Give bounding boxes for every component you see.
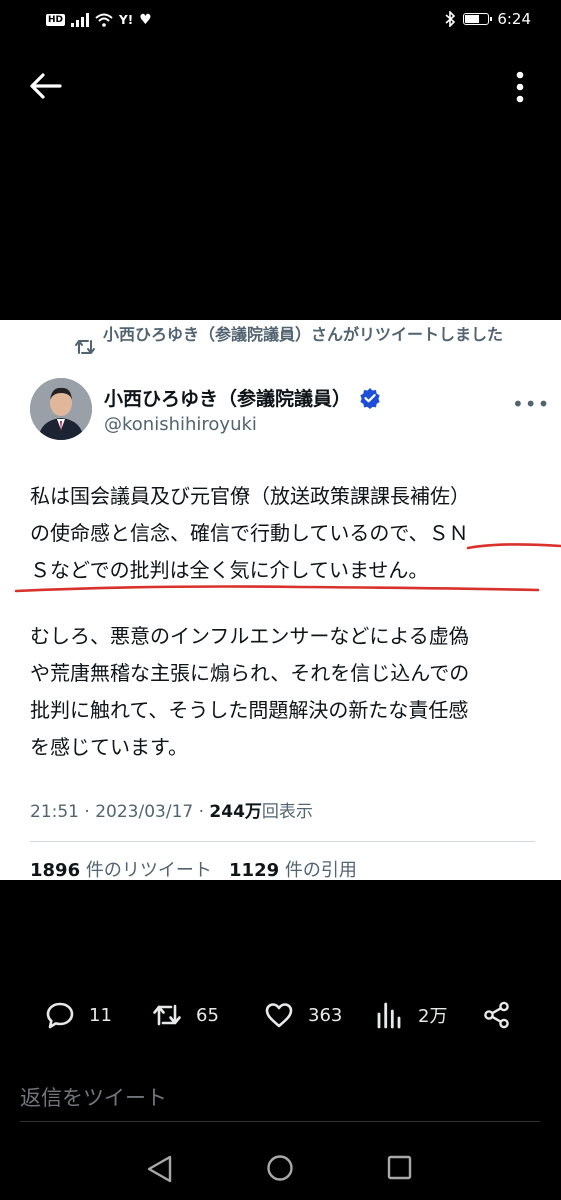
- retweet-count: 65: [196, 1004, 219, 1026]
- author-name[interactable]: 小西ひろゆき（参議院議員）: [104, 384, 351, 411]
- status-time: 6:24: [497, 10, 531, 28]
- author-name-row[interactable]: 小西ひろゆき（参議院議員）: [104, 384, 381, 411]
- tweet-line: 批判に触れて、そうした問題解決の新たな責任感: [30, 698, 469, 722]
- tweet-date: 2023/03/17: [95, 802, 194, 822]
- meta-separator: ·: [198, 802, 205, 822]
- views-button[interactable]: 2万: [374, 1000, 447, 1030]
- tweet-line: を感じています。: [30, 735, 188, 759]
- tweet-line: や荒唐無稽な主張に煽られ、それを信じ込んでの: [30, 661, 470, 685]
- tweet-line: Ｓなどでの批判は全く気に介していません。: [30, 558, 429, 582]
- tweet-time: 21:51: [30, 802, 79, 822]
- yahoo-icon: Y!: [119, 13, 134, 27]
- like-button[interactable]: 363: [264, 1000, 342, 1030]
- retweets-count: 1896: [30, 860, 81, 881]
- retweet-button[interactable]: 65: [152, 1000, 219, 1030]
- analytics-icon: [377, 1002, 401, 1029]
- tweet-meta: 21:51 · 2023/03/17 · 244万回表示: [30, 797, 313, 822]
- share-button[interactable]: [482, 1000, 512, 1030]
- tweet-line: むしろ、悪意のインフルエンサーなどによる虚偽: [30, 624, 469, 648]
- heart-icon: [265, 1003, 293, 1028]
- tweet-more-icon[interactable]: •••: [512, 392, 550, 416]
- reply-underline: [20, 1121, 540, 1122]
- share-icon: [484, 1001, 509, 1029]
- nav-home-icon[interactable]: [267, 1155, 293, 1181]
- verified-badge-icon: [360, 387, 380, 409]
- tweet-paragraph-2: むしろ、悪意のインフルエンサーなどによる虚偽 や荒唐無稽な主張に煽られ、それを信…: [30, 618, 550, 766]
- reply-icon: [46, 1002, 74, 1029]
- retweet-notice: 小西ひろゆき（参議院議員）さんがリツイートしました: [103, 325, 504, 344]
- retweets-label: 件のリツイート: [85, 860, 212, 881]
- status-left: HD Y! ♥: [46, 12, 152, 28]
- retweet-icon: [153, 1004, 181, 1026]
- views-count: 244万: [209, 802, 262, 822]
- quotes-count: 1129: [229, 860, 280, 881]
- like-count: 363: [308, 1004, 343, 1026]
- status-right: 6:24: [445, 10, 531, 28]
- author-handle[interactable]: @konishihiroyuki: [104, 414, 257, 435]
- reply-count: 11: [89, 1004, 112, 1026]
- hd-badge: HD: [46, 14, 66, 26]
- arrow-left-icon[interactable]: [26, 68, 66, 104]
- reply-placeholder[interactable]: 返信をツイート: [20, 1082, 167, 1112]
- tweet-stats[interactable]: 1896 件のリツイート 1129 件の引用: [30, 856, 357, 882]
- retweet-small-icon: [75, 340, 95, 354]
- cell-signal-icon: [71, 13, 90, 27]
- battery-icon: [463, 13, 493, 25]
- quotes-label: 件の引用: [284, 860, 357, 881]
- heart-status-icon: ♥: [139, 12, 152, 28]
- views-action-count: 2万: [418, 1006, 448, 1027]
- tweet-paragraph-1: 私は国会議員及び元官僚（放送政策課課長補佐） の使命感と信念、確信で行動している…: [30, 478, 550, 589]
- bluetooth-icon: [445, 11, 456, 27]
- avatar-portrait: [30, 378, 92, 440]
- meta-separator: ·: [84, 802, 90, 822]
- divider: [30, 841, 535, 842]
- status-bar: HD Y! ♥ 6:24: [0, 0, 561, 42]
- tweet-line: の使命感と信念、確信で行動しているので、ＳＮ: [30, 521, 469, 545]
- system-navigation-bar: [147, 1155, 412, 1183]
- avatar[interactable]: [30, 378, 92, 440]
- nav-recents-icon[interactable]: [387, 1155, 412, 1180]
- views-label: 回表示: [261, 802, 313, 822]
- wifi-icon: [95, 13, 113, 27]
- reply-button[interactable]: 11: [45, 1000, 112, 1030]
- tweet-line: 私は国会議員及び元官僚（放送政策課課長補佐）: [30, 484, 470, 508]
- vertical-dots-icon[interactable]: [510, 68, 530, 108]
- nav-back-icon[interactable]: [147, 1155, 172, 1183]
- tweet-action-bar: 11 65 363 2万: [0, 1000, 561, 1048]
